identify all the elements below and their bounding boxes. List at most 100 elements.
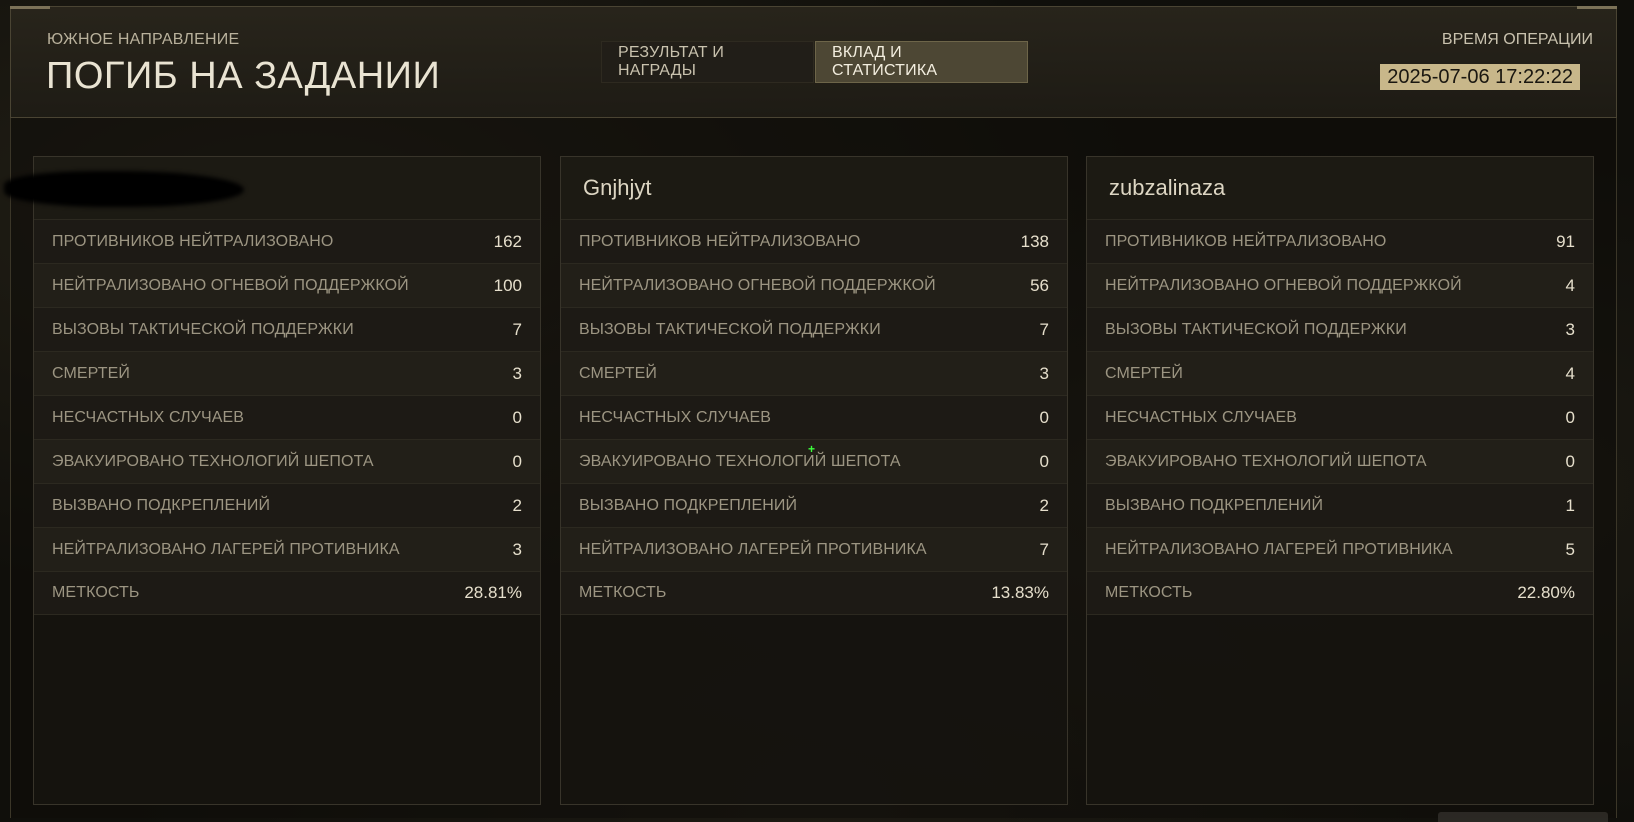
stat-row: ВЫЗОВЫ ТАКТИЧЕСКОЙ ПОДДЕРЖКИ 7 <box>34 307 540 351</box>
stat-row: НЕСЧАСТНЫХ СЛУЧАЕВ 0 <box>34 395 540 439</box>
stat-value: 13.83% <box>991 583 1049 602</box>
stat-label: НЕЙТРАЛИЗОВАНО ОГНЕВОЙ ПОДДЕРЖКОЙ <box>579 276 936 294</box>
stat-value: 3 <box>512 539 522 559</box>
stat-row: НЕЙТРАЛИЗОВАНО ОГНЕВОЙ ПОДДЕРЖКОЙ 4 <box>1087 263 1593 307</box>
stat-label: СМЕРТЕЙ <box>579 364 657 382</box>
stat-row: НЕЙТРАЛИЗОВАНО ЛАГЕРЕЙ ПРОТИВНИКА 3 <box>34 527 540 571</box>
stat-label: ЭВАКУИРОВАНО ТЕХНОЛОГИЙ ШЕПОТА <box>1105 452 1427 470</box>
stat-value: 3 <box>1039 363 1049 383</box>
stat-label: ЭВАКУИРОВАНО ТЕХНОЛОГИЙ ШЕПОТА <box>579 452 901 470</box>
stat-label: НЕСЧАСТНЫХ СЛУЧАЕВ <box>579 408 772 426</box>
stat-value: 0 <box>1565 407 1575 427</box>
stat-value: 91 <box>1556 231 1575 251</box>
stat-value: 22.80% <box>1517 583 1575 602</box>
stat-label: ПРОТИВНИКОВ НЕЙТРАЛИЗОВАНО <box>1105 232 1387 250</box>
stat-row: НЕЙТРАЛИЗОВАНО ОГНЕВОЙ ПОДДЕРЖКОЙ 56 <box>561 263 1067 307</box>
stat-label: МЕТКОСТЬ <box>52 584 140 601</box>
stat-value: 100 <box>493 275 522 295</box>
stat-row: НЕЙТРАЛИЗОВАНО ОГНЕВОЙ ПОДДЕРЖКОЙ 100 <box>34 263 540 307</box>
stat-row: ЭВАКУИРОВАНО ТЕХНОЛОГИЙ ШЕПОТА 0 <box>34 439 540 483</box>
mission-result-screen: ЮЖНОЕ НАПРАВЛЕНИЕ ПОГИБ НА ЗАДАНИИ РЕЗУЛ… <box>0 0 1634 822</box>
stat-row: ВЫЗОВЫ ТАКТИЧЕСКОЙ ПОДДЕРЖКИ 7 <box>561 307 1067 351</box>
stat-label: НЕЙТРАЛИЗОВАНО ЛАГЕРЕЙ ПРОТИВНИКА <box>1105 540 1453 558</box>
stat-label: ПРОТИВНИКОВ НЕЙТРАЛИЗОВАНО <box>52 232 334 250</box>
header-corner-decor <box>1577 6 1617 9</box>
player-name: zubzalinaza <box>1109 175 1226 200</box>
stat-value: 7 <box>512 319 522 339</box>
stat-value: 138 <box>1020 231 1049 251</box>
stat-value: 0 <box>512 451 522 471</box>
stat-row: ПРОТИВНИКОВ НЕЙТРАЛИЗОВАНО 91 <box>1087 219 1593 263</box>
stat-row: ПРОТИВНИКОВ НЕЙТРАЛИЗОВАНО 138 <box>561 219 1067 263</box>
stat-label: ВЫЗВАНО ПОДКРЕПЛЕНИЙ <box>1105 496 1324 514</box>
stat-value: 56 <box>1030 275 1049 295</box>
mission-region: ЮЖНОЕ НАПРАВЛЕНИЕ <box>47 31 240 48</box>
stat-row: ВЫЗВАНО ПОДКРЕПЛЕНИЙ 1 <box>1087 483 1593 527</box>
stat-row: СМЕРТЕЙ 3 <box>34 351 540 395</box>
stats-list: ПРОТИВНИКОВ НЕЙТРАЛИЗОВАНО 138 НЕЙТРАЛИЗОВ… <box>561 219 1067 615</box>
stat-label: НЕЙТРАЛИЗОВАНО ОГНЕВОЙ ПОДДЕРЖКОЙ <box>52 276 409 294</box>
stat-label: НЕЙТРАЛИЗОВАНО ОГНЕВОЙ ПОДДЕРЖКОЙ <box>1105 276 1462 294</box>
stat-label: НЕЙТРАЛИЗОВАНО ЛАГЕРЕЙ ПРОТИВНИКА <box>52 540 400 558</box>
stat-label: ЭВАКУИРОВАНО ТЕХНОЛОГИЙ ШЕПОТА <box>52 452 374 470</box>
player-name-header <box>4 157 540 219</box>
player-stats-card: zubzalinaza ПРОТИВНИКОВ НЕЙТРАЛИЗОВАНО 91 Н… <box>1086 156 1594 805</box>
header-corner-decor <box>10 6 50 9</box>
stat-label: ВЫЗВАНО ПОДКРЕПЛЕНИЙ <box>579 496 798 514</box>
stat-label: НЕСЧАСТНЫХ СЛУЧАЕВ <box>1105 408 1298 426</box>
stat-label: МЕТКОСТЬ <box>579 584 667 601</box>
stat-value: 4 <box>1565 363 1575 383</box>
stat-value: 0 <box>512 407 522 427</box>
crosshair-cursor-icon: + <box>808 442 816 456</box>
stat-label: ВЫЗВАНО ПОДКРЕПЛЕНИЙ <box>52 496 271 514</box>
stat-row: НЕЙТРАЛИЗОВАНО ЛАГЕРЕЙ ПРОТИВНИКА 7 <box>561 527 1067 571</box>
stat-value: 2 <box>1039 495 1049 515</box>
stat-row: МЕТКОСТЬ 28.81% <box>34 571 540 615</box>
stat-label: НЕЙТРАЛИЗОВАНО ЛАГЕРЕЙ ПРОТИВНИКА <box>579 540 927 558</box>
stat-label: ВЫЗОВЫ ТАКТИЧЕСКОЙ ПОДДЕРЖКИ <box>52 320 354 338</box>
stat-value: 28.81% <box>464 583 522 602</box>
player-name: Gnjhjyt <box>583 175 652 200</box>
stat-value: 5 <box>1565 539 1575 559</box>
tab-results-rewards[interactable]: РЕЗУЛЬТАТ И НАГРАДЫ <box>601 41 814 83</box>
stat-value: 3 <box>1565 319 1575 339</box>
stat-row: НЕСЧАСТНЫХ СЛУЧАЕВ 0 <box>1087 395 1593 439</box>
stat-row: НЕСЧАСТНЫХ СЛУЧАЕВ 0 <box>561 395 1067 439</box>
tab-bar: РЕЗУЛЬТАТ И НАГРАДЫ ВКЛАД И СТАТИСТИКА <box>601 41 1028 83</box>
stat-row: СМЕРТЕЙ 4 <box>1087 351 1593 395</box>
stat-row: СМЕРТЕЙ 3 <box>561 351 1067 395</box>
stat-value: 0 <box>1039 407 1049 427</box>
stat-value: 7 <box>1039 319 1049 339</box>
bottom-hint-bar <box>1438 812 1608 822</box>
player-stats-card: Gnjhjyt ПРОТИВНИКОВ НЕЙТРАЛИЗОВАНО 138 НЕЙТ… <box>560 156 1068 805</box>
tab-contribution-stats[interactable]: ВКЛАД И СТАТИСТИКА <box>815 41 1028 83</box>
stat-label: НЕСЧАСТНЫХ СЛУЧАЕВ <box>52 408 245 426</box>
stat-row: ЭВАКУИРОВАНО ТЕХНОЛОГИЙ ШЕПОТА 0 <box>1087 439 1593 483</box>
stat-label: СМЕРТЕЙ <box>52 364 130 382</box>
stat-label: СМЕРТЕЙ <box>1105 364 1183 382</box>
stat-row: МЕТКОСТЬ 22.80% <box>1087 571 1593 615</box>
operation-time-value: 2025-07-06 17:22:22 <box>1380 64 1580 90</box>
stat-label: ВЫЗОВЫ ТАКТИЧЕСКОЙ ПОДДЕРЖКИ <box>579 320 881 338</box>
stat-row: ВЫЗОВЫ ТАКТИЧЕСКОЙ ПОДДЕРЖКИ 3 <box>1087 307 1593 351</box>
stat-row: ПРОТИВНИКОВ НЕЙТРАЛИЗОВАНО 162 <box>34 219 540 263</box>
stat-row: ВЫЗВАНО ПОДКРЕПЛЕНИЙ 2 <box>34 483 540 527</box>
operation-time-label: ВРЕМЯ ОПЕРАЦИИ <box>1441 31 1593 48</box>
stat-value: 1 <box>1565 495 1575 515</box>
stat-value: 4 <box>1565 275 1575 295</box>
stat-label: ПРОТИВНИКОВ НЕЙТРАЛИЗОВАНО <box>579 232 861 250</box>
stat-value: 0 <box>1039 451 1049 471</box>
mission-status-title: ПОГИБ НА ЗАДАНИИ <box>46 55 441 97</box>
redacted-name-scribble <box>4 171 244 207</box>
player-name-header: Gnjhjyt <box>561 157 1067 219</box>
player-name-header: zubzalinaza <box>1087 157 1593 219</box>
stat-row: МЕТКОСТЬ 13.83% <box>561 571 1067 615</box>
stat-label: ВЫЗОВЫ ТАКТИЧЕСКОЙ ПОДДЕРЖКИ <box>1105 320 1407 338</box>
stat-value: 162 <box>493 231 522 251</box>
stats-list: ПРОТИВНИКОВ НЕЙТРАЛИЗОВАНО 91 НЕЙТРАЛИЗОВА… <box>1087 219 1593 615</box>
stats-list: ПРОТИВНИКОВ НЕЙТРАЛИЗОВАНО 162 НЕЙТРАЛИЗОВ… <box>34 219 540 615</box>
stat-row: НЕЙТРАЛИЗОВАНО ЛАГЕРЕЙ ПРОТИВНИКА 5 <box>1087 527 1593 571</box>
stat-value: 0 <box>1565 451 1575 471</box>
stat-row: ВЫЗВАНО ПОДКРЕПЛЕНИЙ 2 <box>561 483 1067 527</box>
stat-label: МЕТКОСТЬ <box>1105 584 1193 601</box>
